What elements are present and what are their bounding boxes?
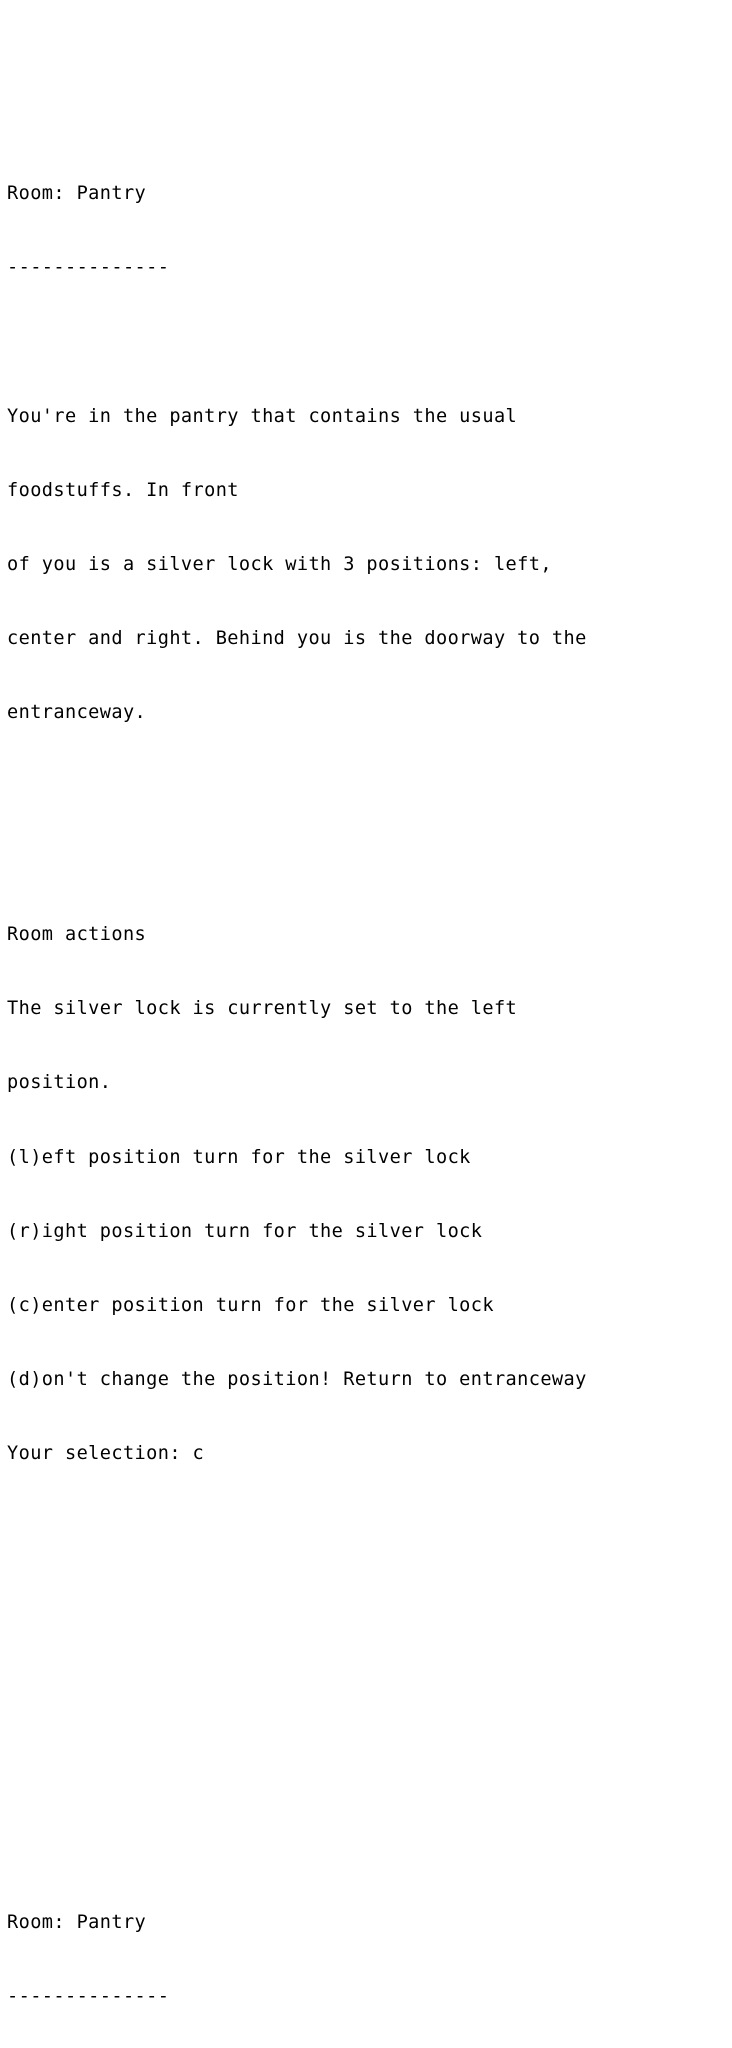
room-actions-header: Room actions xyxy=(7,924,147,946)
room-description-line: center and right. Behind you is the door… xyxy=(7,627,587,649)
selection-prompt-value: c xyxy=(192,1443,205,1465)
room-header: Room: Pantry xyxy=(7,183,147,205)
room-header: Room: Pantry xyxy=(7,1912,147,1934)
room-description-line: of you is a silver lock with 3 positions… xyxy=(7,553,552,575)
action-option-right[interactable]: (r)ight position turn for the silver loc… xyxy=(7,1220,732,1245)
room-block: Room: Pantry -------------- You're in th… xyxy=(7,133,732,1516)
action-option-center[interactable]: (c)enter position turn for the silver lo… xyxy=(7,1294,732,1319)
lock-status-line: The silver lock is currently set to the … xyxy=(7,998,518,1020)
selection-prompt-line[interactable]: Your selection: c xyxy=(7,1442,732,1467)
room-description-line: foodstuffs. In front xyxy=(7,479,239,501)
room-block: Room: Pantry -------------- You're in th… xyxy=(7,1862,732,2048)
room-header-separator: -------------- xyxy=(7,257,170,279)
selection-prompt-label: Your selection: xyxy=(7,1443,193,1465)
lock-status-line: position. xyxy=(7,1072,112,1094)
action-option-left[interactable]: (l)eft position turn for the silver lock xyxy=(7,1146,732,1171)
room-description-line: You're in the pantry that contains the u… xyxy=(7,405,518,427)
action-option-dont-change[interactable]: (d)on't change the position! Return to e… xyxy=(7,1368,732,1393)
room-header-separator: -------------- xyxy=(7,1986,170,2008)
room-description-line: entranceway. xyxy=(7,701,147,723)
terminal-output[interactable]: Room: Pantry -------------- You're in th… xyxy=(0,0,732,2007)
